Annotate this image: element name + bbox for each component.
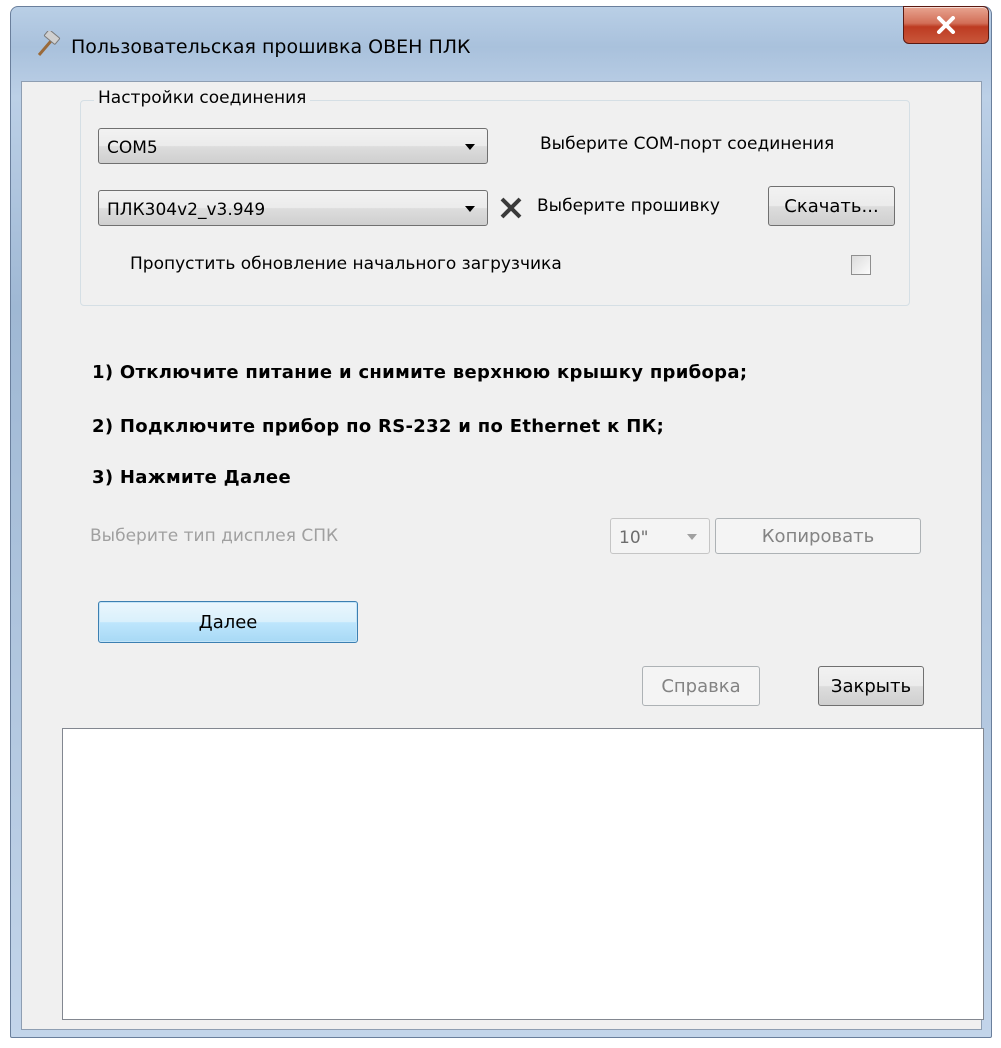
dialog-body: Настройки соединения COM5 Выберите COM-п… [21,81,984,1030]
firmware-select[interactable]: ПЛК304v2_v3.949 [98,190,488,226]
dropdown-arrow-icon [687,534,697,540]
instruction-step-2: 2) Подключите прибор по RS-232 и по Ethe… [92,416,665,437]
copy-button[interactable]: Копировать [715,518,921,554]
close-button[interactable]: Закрыть [818,666,924,706]
dropdown-arrow-icon [465,206,475,212]
window-close-button[interactable] [903,6,989,44]
next-button[interactable]: Далее [98,601,358,643]
firmware-label: Выберите прошивку [537,196,720,216]
instruction-step-3: 3) Нажмите Далее [92,467,291,488]
display-type-value: 10" [619,528,649,548]
clear-x-icon[interactable] [498,195,524,225]
com-port-value: COM5 [107,138,158,158]
display-type-label: Выберите тип дисплея СПК [90,526,339,546]
download-button[interactable]: Скачать... [768,186,895,226]
com-port-select[interactable]: COM5 [98,128,488,164]
window-title: Пользовательская прошивка ОВЕН ПЛК [71,36,471,58]
skip-bootloader-label: Пропустить обновление начального загрузч… [130,254,562,274]
hammer-icon [33,29,61,59]
help-button[interactable]: Справка [642,666,760,706]
instruction-step-1: 1) Отключите питание и снимите верхнюю к… [92,362,748,383]
title-bar[interactable]: Пользовательская прошивка ОВЕН ПЛК [11,6,991,81]
com-port-label: Выберите COM-порт соединения [540,134,835,154]
log-textarea[interactable] [62,728,984,1020]
display-type-select[interactable]: 10" [610,518,710,554]
connection-settings-legend: Настройки соединения [94,88,311,108]
firmware-value: ПЛК304v2_v3.949 [107,200,266,220]
skip-bootloader-checkbox[interactable] [851,255,871,275]
dialog-window: Пользовательская прошивка ОВЕН ПЛК Настр… [10,6,992,1038]
dropdown-arrow-icon [465,144,475,150]
